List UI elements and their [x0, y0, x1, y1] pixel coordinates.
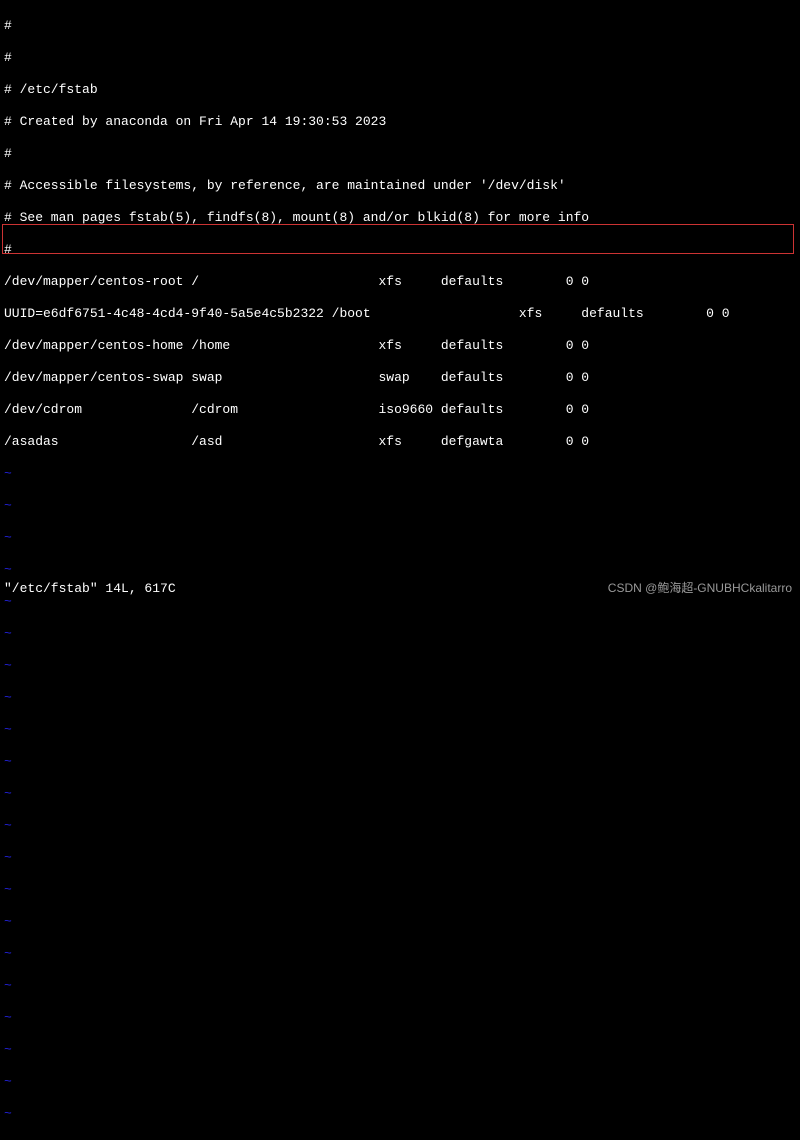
vim-tilde: ~: [4, 690, 796, 706]
vim-tilde: ~: [4, 850, 796, 866]
file-line: /asadas /asd xfs defgawta 0 0: [4, 434, 796, 450]
vim-status-bar: "/etc/fstab" 14L, 617C: [4, 581, 176, 596]
vim-tilde: ~: [4, 914, 796, 930]
vim-tilde: ~: [4, 1074, 796, 1090]
vim-tilde: ~: [4, 786, 796, 802]
file-line: # Created by anaconda on Fri Apr 14 19:3…: [4, 114, 796, 130]
vim-tilde: ~: [4, 658, 796, 674]
vim-tilde: ~: [4, 466, 796, 482]
vim-tilde: ~: [4, 1042, 796, 1058]
vim-tilde: ~: [4, 754, 796, 770]
vim-tilde: ~: [4, 594, 796, 610]
file-line: #: [4, 18, 796, 34]
file-line: /dev/cdrom /cdrom iso9660 defaults 0 0: [4, 402, 796, 418]
vim-tilde: ~: [4, 626, 796, 642]
vim-tilde: ~: [4, 946, 796, 962]
file-line: /dev/mapper/centos-swap swap swap defaul…: [4, 370, 796, 386]
watermark-text: CSDN @鲍海超-GNUBHCkalitarro: [608, 579, 792, 596]
file-line: #: [4, 146, 796, 162]
file-line: /dev/mapper/centos-root / xfs defaults 0…: [4, 274, 796, 290]
file-line: # /etc/fstab: [4, 82, 796, 98]
vim-tilde: ~: [4, 530, 796, 546]
vim-tilde: ~: [4, 722, 796, 738]
file-line: /dev/mapper/centos-home /home xfs defaul…: [4, 338, 796, 354]
vim-tilde: ~: [4, 562, 796, 578]
vim-tilde: ~: [4, 978, 796, 994]
file-line: #: [4, 242, 796, 258]
file-line: UUID=e6df6751-4c48-4cd4-9f40-5a5e4c5b232…: [4, 306, 796, 322]
file-line: # Accessible filesystems, by reference, …: [4, 178, 796, 194]
terminal-content[interactable]: # # # /etc/fstab # Created by anaconda o…: [0, 0, 800, 1140]
file-line: # See man pages fstab(5), findfs(8), mou…: [4, 210, 796, 226]
vim-tilde: ~: [4, 882, 796, 898]
vim-tilde: ~: [4, 498, 796, 514]
file-line: #: [4, 50, 796, 66]
vim-tilde: ~: [4, 1106, 796, 1122]
vim-tilde: ~: [4, 1010, 796, 1026]
vim-tilde: ~: [4, 818, 796, 834]
